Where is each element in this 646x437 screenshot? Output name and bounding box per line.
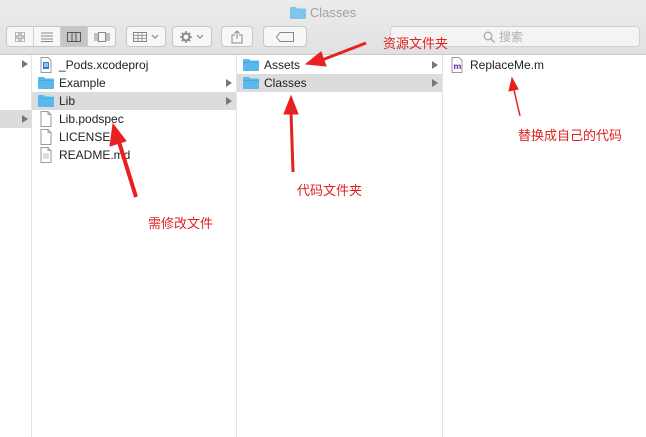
- icon-view-button[interactable]: [7, 27, 34, 46]
- action-button[interactable]: [172, 26, 212, 47]
- chevron-down-icon: [151, 34, 159, 39]
- disclosure-arrow-icon[interactable]: [22, 60, 28, 68]
- search-placeholder: 搜索: [499, 30, 524, 44]
- annotation-resource-folder: 资源文件夹: [383, 36, 449, 51]
- xcodeproj-icon: [40, 57, 52, 73]
- window-titlebar: Classes 搜索: [0, 0, 646, 55]
- folder-row-example[interactable]: Example: [32, 74, 236, 92]
- tag-icon: [276, 31, 294, 42]
- folder-row-assets[interactable]: Assets: [237, 56, 442, 74]
- svg-text:m: m: [453, 62, 461, 71]
- file-row-readme[interactable]: README.md: [32, 146, 236, 164]
- grid-icon: [15, 31, 25, 42]
- folder-icon: [38, 77, 54, 89]
- column-view-button[interactable]: [61, 27, 88, 46]
- annotation-replace-own-code: 替换成自己的代码: [518, 128, 623, 143]
- folder-name: Lib: [59, 94, 76, 108]
- file-row-replaceme[interactable]: m ReplaceMe.m: [443, 56, 646, 74]
- folder-name: Classes: [264, 76, 307, 90]
- document-icon: [40, 147, 52, 163]
- pods-column[interactable]: _Pods.xcodeproj Example Lib Lib.podspec …: [32, 55, 237, 437]
- folder-icon: [243, 59, 259, 71]
- document-icon: [40, 111, 52, 127]
- arrange-grid-icon: [133, 31, 147, 42]
- arrange-button[interactable]: [126, 26, 166, 47]
- file-name: LICENSE: [59, 130, 111, 144]
- chevron-right-icon: [226, 97, 232, 105]
- file-name: ReplaceMe.m: [470, 58, 545, 72]
- objc-source-icon: m: [451, 57, 463, 73]
- list-icon: [41, 32, 53, 42]
- view-mode-segmented-control[interactable]: [6, 26, 116, 47]
- window-title-text: Classes: [309, 5, 357, 20]
- folder-name: Assets: [264, 58, 301, 72]
- search-icon: [483, 31, 495, 43]
- document-icon: [40, 129, 52, 145]
- columns-icon: [67, 31, 81, 42]
- file-row-lib-podspec[interactable]: Lib.podspec: [32, 110, 236, 128]
- window-title: Classes: [0, 4, 646, 24]
- classes-column[interactable]: m ReplaceMe.m: [443, 55, 646, 437]
- share-button[interactable]: [221, 26, 253, 47]
- share-icon: [231, 29, 243, 43]
- folder-icon: [38, 95, 54, 107]
- folder-row-classes[interactable]: Classes: [237, 74, 442, 92]
- annotation-must-edit-file: 需修改文件: [148, 216, 214, 231]
- parent-column[interactable]: [0, 55, 32, 437]
- folder-icon: [289, 6, 306, 24]
- chevron-right-icon: [432, 79, 438, 87]
- edit-tags-button[interactable]: [263, 26, 307, 47]
- file-name: _Pods.xcodeproj: [59, 58, 149, 72]
- column-browser: _Pods.xcodeproj Example Lib Lib.podspec …: [0, 55, 646, 437]
- file-name: README.md: [59, 148, 131, 162]
- lib-column[interactable]: Assets Classes: [237, 55, 443, 437]
- file-name: Lib.podspec: [59, 112, 124, 126]
- folder-row-lib[interactable]: Lib: [32, 92, 236, 110]
- annotation-code-folder: 代码文件夹: [297, 183, 363, 198]
- chevron-down-icon: [196, 34, 204, 39]
- gallery-view-button[interactable]: [88, 27, 115, 46]
- gear-icon: [180, 30, 192, 43]
- disclosure-arrow-icon[interactable]: [22, 115, 28, 123]
- list-view-button[interactable]: [34, 27, 61, 46]
- file-row-pods-xcodeproj[interactable]: _Pods.xcodeproj: [32, 56, 236, 74]
- file-row-license[interactable]: LICENSE: [32, 128, 236, 146]
- folder-icon: [243, 77, 259, 89]
- cover-flow-icon: [94, 31, 109, 42]
- folder-name: Example: [59, 76, 106, 90]
- chevron-right-icon: [432, 61, 438, 69]
- chevron-right-icon: [226, 79, 232, 87]
